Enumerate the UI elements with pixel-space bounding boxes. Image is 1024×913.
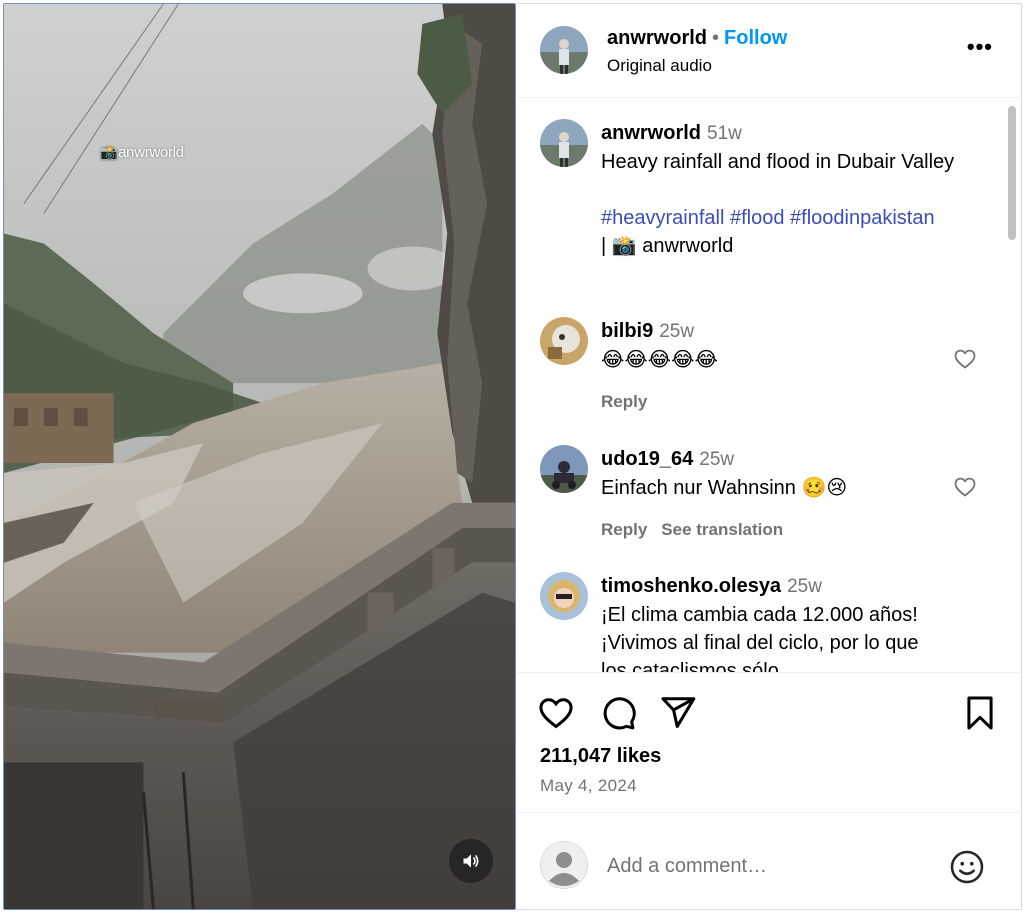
caption-username[interactable]: anwrworld bbox=[601, 122, 701, 144]
mute-toggle-button[interactable] bbox=[449, 839, 493, 883]
comment-actions: Reply bbox=[601, 388, 981, 416]
comment-actions: Reply See translation bbox=[601, 516, 981, 544]
caption-avatar[interactable] bbox=[540, 119, 588, 167]
comment-username[interactable]: timoshenko.olesya bbox=[601, 575, 781, 597]
comment-time[interactable]: 25w bbox=[787, 576, 822, 597]
comment-username[interactable]: bilbi9 bbox=[601, 320, 653, 342]
heart-icon[interactable] bbox=[953, 475, 977, 499]
share-icon[interactable] bbox=[659, 694, 697, 732]
flood-video-frame bbox=[4, 4, 515, 909]
see-translation-button[interactable]: See translation bbox=[661, 520, 783, 539]
comment-time[interactable]: 25w bbox=[659, 321, 694, 342]
reply-button[interactable]: Reply bbox=[601, 520, 647, 539]
comment-body: udo19_64 25w Einfach nur Wahnsinn 🥴😢 Repl… bbox=[601, 445, 981, 544]
heart-icon[interactable] bbox=[537, 694, 575, 732]
commenter-avatar[interactable] bbox=[540, 317, 588, 365]
camera-emoji-icon: 📸 bbox=[100, 144, 118, 160]
commenter-avatar[interactable] bbox=[540, 445, 588, 493]
emoji-icon[interactable] bbox=[949, 849, 985, 885]
comment-icon[interactable] bbox=[599, 694, 637, 732]
add-comment-bar bbox=[517, 812, 1021, 911]
post-side-panel: anwrworld • Follow Original audio ••• anwr… bbox=[517, 3, 1022, 910]
comment-time[interactable]: 25w bbox=[699, 449, 734, 470]
comment-text: Einfach nur Wahnsinn 🥴😢 bbox=[601, 477, 848, 499]
comment-input[interactable] bbox=[607, 851, 927, 881]
watermark-text: anwrworld bbox=[118, 144, 184, 161]
comment-body: bilbi9 25w 😂😂😂😂😂 Reply bbox=[601, 317, 981, 416]
audio-label[interactable]: Original audio bbox=[607, 56, 712, 76]
caption-text: Heavy rainfall and flood in Dubair Valle… bbox=[601, 151, 955, 173]
post-media-video[interactable]: 📸anwrworld bbox=[3, 3, 516, 910]
comments-list[interactable]: anwrworld 51w Heavy rainfall and flood in… bbox=[517, 99, 1021, 672]
video-watermark: 📸anwrworld bbox=[100, 144, 184, 161]
more-options-button[interactable]: ••• bbox=[967, 34, 993, 60]
header-user-line: anwrworld • Follow bbox=[607, 27, 787, 50]
commenter-avatar[interactable] bbox=[540, 572, 588, 620]
caption-body: anwrworld 51w Heavy rainfall and flood in… bbox=[601, 119, 991, 260]
follow-button[interactable]: Follow bbox=[724, 27, 787, 49]
caption-time[interactable]: 51w bbox=[707, 123, 742, 144]
reply-button[interactable]: Reply bbox=[601, 392, 647, 411]
separator-dot: • bbox=[712, 27, 720, 49]
speaker-icon bbox=[463, 854, 479, 868]
caption-hashtags[interactable]: #heavyrainfall #flood #floodinpakistan bbox=[601, 204, 991, 232]
comments-scrollbar[interactable] bbox=[1008, 106, 1016, 240]
comment-text: 😂😂😂😂😂 bbox=[601, 349, 718, 371]
comment-body: timoshenko.olesya 25w ¡El clima cambia ca… bbox=[601, 572, 931, 672]
current-user-avatar bbox=[540, 841, 588, 889]
comment-text: ¡El clima cambia cada 12.000 años! ¡Vivi… bbox=[601, 604, 919, 672]
comment-username[interactable]: udo19_64 bbox=[601, 448, 693, 470]
heart-icon[interactable] bbox=[953, 347, 977, 371]
post-date[interactable]: May 4, 2024 bbox=[540, 776, 637, 796]
bookmark-icon[interactable] bbox=[961, 694, 999, 732]
likes-count[interactable]: 211,047 likes bbox=[540, 745, 661, 768]
caption-credit: | 📸 anwrworld bbox=[601, 235, 734, 257]
post-header: anwrworld • Follow Original audio ••• bbox=[517, 4, 1021, 98]
author-avatar[interactable] bbox=[540, 26, 588, 74]
post-actions: 211,047 likes May 4, 2024 bbox=[517, 672, 1021, 812]
author-username[interactable]: anwrworld bbox=[607, 27, 707, 49]
